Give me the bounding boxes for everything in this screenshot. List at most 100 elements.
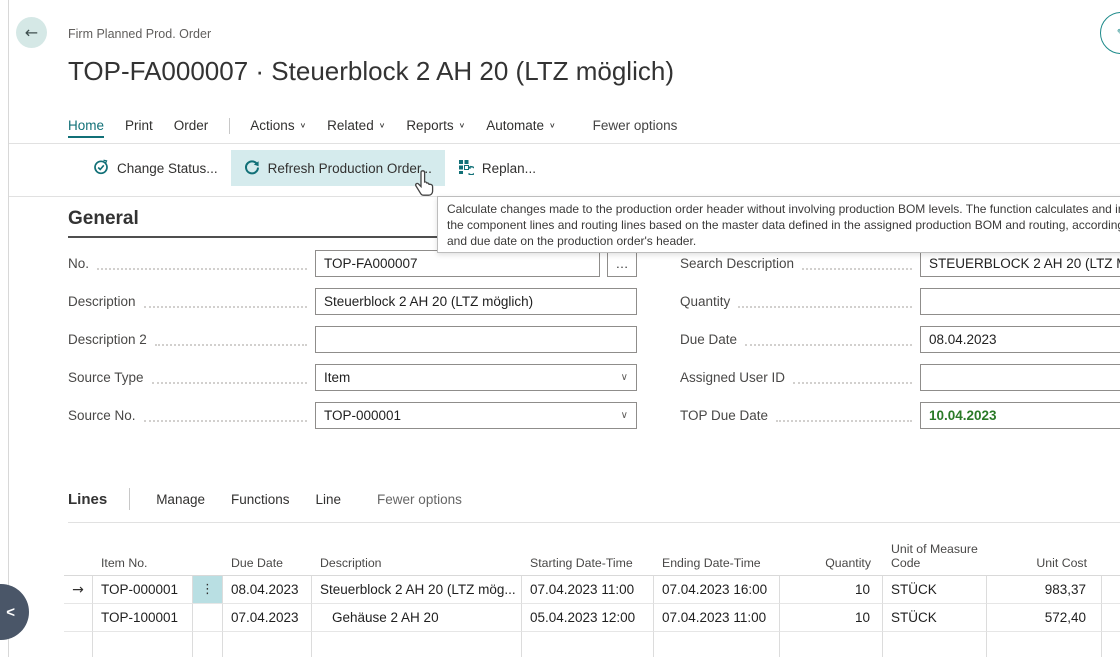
due-date-input[interactable]: 08.04.2023 <box>920 326 1120 353</box>
cell-ending-date-time[interactable]: 07.04.2023 11:00 <box>654 603 780 631</box>
action-toolbar: Change Status... Refresh Production Orde… <box>80 150 549 186</box>
lines-tab-line[interactable]: Line <box>316 492 342 507</box>
replan-button[interactable]: Replan... <box>445 150 549 186</box>
tab-order[interactable]: Order <box>174 118 209 138</box>
field-assigned-user-id: Assigned User ID <box>680 364 1120 391</box>
no-input[interactable]: TOP-FA000007 <box>315 250 600 277</box>
lines-header: Lines Manage Functions Line Fewer option… <box>68 488 488 510</box>
column-header-ending-date-time[interactable]: Ending Date-Time <box>654 540 780 575</box>
refresh-tooltip: Calculate changes made to the production… <box>437 196 1120 253</box>
cell-due-date[interactable]: 07.04.2023 <box>223 603 312 631</box>
top-due-date-input[interactable]: 10.04.2023 <box>920 402 1120 429</box>
lines-header-divider <box>129 488 130 510</box>
column-header-unit-cost[interactable]: Unit Cost <box>987 540 1102 575</box>
field-due-date: Due Date 08.04.2023 <box>680 326 1120 353</box>
cell-ending-date-time[interactable]: 07.04.2023 16:00 <box>654 575 780 603</box>
lines-tab-manage[interactable]: Manage <box>156 492 205 507</box>
tab-home[interactable]: Home <box>68 118 104 138</box>
no-assist-edit-button[interactable]: … <box>607 250 637 277</box>
cell-spacer <box>1102 603 1120 631</box>
lines-tab-functions[interactable]: Functions <box>231 492 290 507</box>
back-arrow-icon: ← <box>25 23 38 42</box>
chevron-down-icon: ∨ <box>621 403 628 428</box>
chevron-down-icon: ∨ <box>300 122 307 130</box>
column-header-starting-date-time[interactable]: Starting Date-Time <box>522 540 654 575</box>
field-description-2: Description 2 <box>68 326 637 353</box>
row-options-cell[interactable] <box>193 631 223 657</box>
column-header-spacer <box>64 540 93 575</box>
cell-description[interactable]: Gehäuse 2 AH 20 <box>312 603 522 631</box>
field-description: Description Steuerblock 2 AH 20 (LTZ mög… <box>68 288 637 315</box>
search-description-input[interactable]: STEUERBLOCK 2 AH 20 (LTZ MÖGLICH) <box>920 250 1120 277</box>
column-header-due-date[interactable]: Due Date <box>223 540 312 575</box>
cell-unit-of-measure-code[interactable] <box>883 631 987 657</box>
menubar-divider <box>229 118 230 134</box>
cell-due-date[interactable] <box>223 631 312 657</box>
cell-quantity[interactable]: 10 <box>780 603 883 631</box>
tab-related[interactable]: Related∨ <box>327 118 385 138</box>
cell-unit-cost[interactable] <box>987 631 1102 657</box>
cell-starting-date-time[interactable] <box>522 631 654 657</box>
field-quantity: Quantity <box>680 288 1120 315</box>
cell-unit-of-measure-code[interactable]: STÜCK <box>883 575 987 603</box>
source-no-select[interactable]: TOP-000001∨ <box>315 402 637 429</box>
current-row-arrow-icon: → <box>72 582 84 598</box>
chevron-down-icon: ∨ <box>621 365 628 390</box>
tab-print[interactable]: Print <box>125 118 153 138</box>
chevron-down-icon: ∨ <box>549 122 556 130</box>
lines-section-title[interactable]: Lines <box>68 491 107 508</box>
lines-header-rule <box>68 522 1120 523</box>
chevron-down-icon: ∨ <box>459 122 466 130</box>
cell-quantity[interactable]: 10 <box>780 575 883 603</box>
column-header-quantity[interactable]: Quantity <box>780 540 883 575</box>
cell-description[interactable] <box>312 631 522 657</box>
cell-description[interactable]: Steuerblock 2 AH 20 (LTZ mög... <box>312 575 522 603</box>
cell-item-no[interactable] <box>93 631 193 657</box>
cell-ending-date-time[interactable] <box>654 631 780 657</box>
description-input[interactable]: Steuerblock 2 AH 20 (LTZ möglich) <box>315 288 637 315</box>
quantity-input[interactable] <box>920 288 1120 315</box>
left-frame-divider <box>8 0 9 657</box>
cell-unit-of-measure-code[interactable]: STÜCK <box>883 603 987 631</box>
column-header-spacer <box>1102 540 1120 575</box>
row-options-cell[interactable] <box>193 603 223 631</box>
description-2-input[interactable] <box>315 326 637 353</box>
cell-quantity[interactable] <box>780 631 883 657</box>
row-menu-icon: ⋮ <box>201 582 214 597</box>
back-button[interactable]: ← <box>16 17 47 48</box>
tab-actions[interactable]: Actions∨ <box>250 118 306 138</box>
column-header-description[interactable]: Description <box>312 540 522 575</box>
collapse-panel-button[interactable]: < <box>0 584 29 640</box>
page-title: TOP-FA000007 · Steuerblock 2 AH 20 (LTZ … <box>68 56 674 87</box>
menubar-bottom-rule <box>9 143 1120 144</box>
tab-reports[interactable]: Reports∨ <box>406 118 465 138</box>
cell-unit-cost[interactable]: 983,37 <box>987 575 1102 603</box>
cell-due-date[interactable]: 08.04.2023 <box>223 575 312 603</box>
action-menubar: Home Print Order Actions∨ Related∨ Repor… <box>68 116 698 140</box>
change-status-button[interactable]: Change Status... <box>80 150 231 186</box>
column-header-unit-of-measure-code[interactable]: Unit of Measure Code <box>883 540 987 575</box>
cell-spacer <box>1102 575 1120 603</box>
cell-item-no[interactable]: TOP-000001 <box>93 575 193 603</box>
row-options-button[interactable]: ⋮ <box>193 575 223 603</box>
column-header-item-no[interactable]: Item No. <box>93 540 193 575</box>
cell-item-no[interactable]: TOP-100001 <box>93 603 193 631</box>
chevron-left-icon: < <box>6 604 15 621</box>
assigned-user-id-input[interactable] <box>920 364 1120 391</box>
change-status-icon <box>93 159 109 178</box>
table-row-indicator <box>64 631 93 657</box>
help-bubble-button[interactable]: ✎ <box>1100 12 1120 54</box>
source-type-select[interactable]: Item∨ <box>315 364 637 391</box>
lines-tab-fewer-options[interactable]: Fewer options <box>377 492 462 507</box>
cell-unit-cost[interactable]: 572,40 <box>987 603 1102 631</box>
page: ← Firm Planned Prod. Order TOP-FA000007 … <box>0 0 1120 657</box>
cell-starting-date-time[interactable]: 05.04.2023 12:00 <box>522 603 654 631</box>
tab-fewer-options[interactable]: Fewer options <box>593 118 678 138</box>
mouse-cursor-icon <box>412 170 436 203</box>
general-left-column: No. TOP-FA000007 … Description Steuerblo… <box>68 250 637 440</box>
cell-starting-date-time[interactable]: 07.04.2023 11:00 <box>522 575 654 603</box>
general-section-title[interactable]: General <box>68 208 139 230</box>
replan-icon <box>458 159 474 178</box>
field-no: No. TOP-FA000007 … <box>68 250 637 277</box>
tab-automate[interactable]: Automate∨ <box>486 118 555 138</box>
